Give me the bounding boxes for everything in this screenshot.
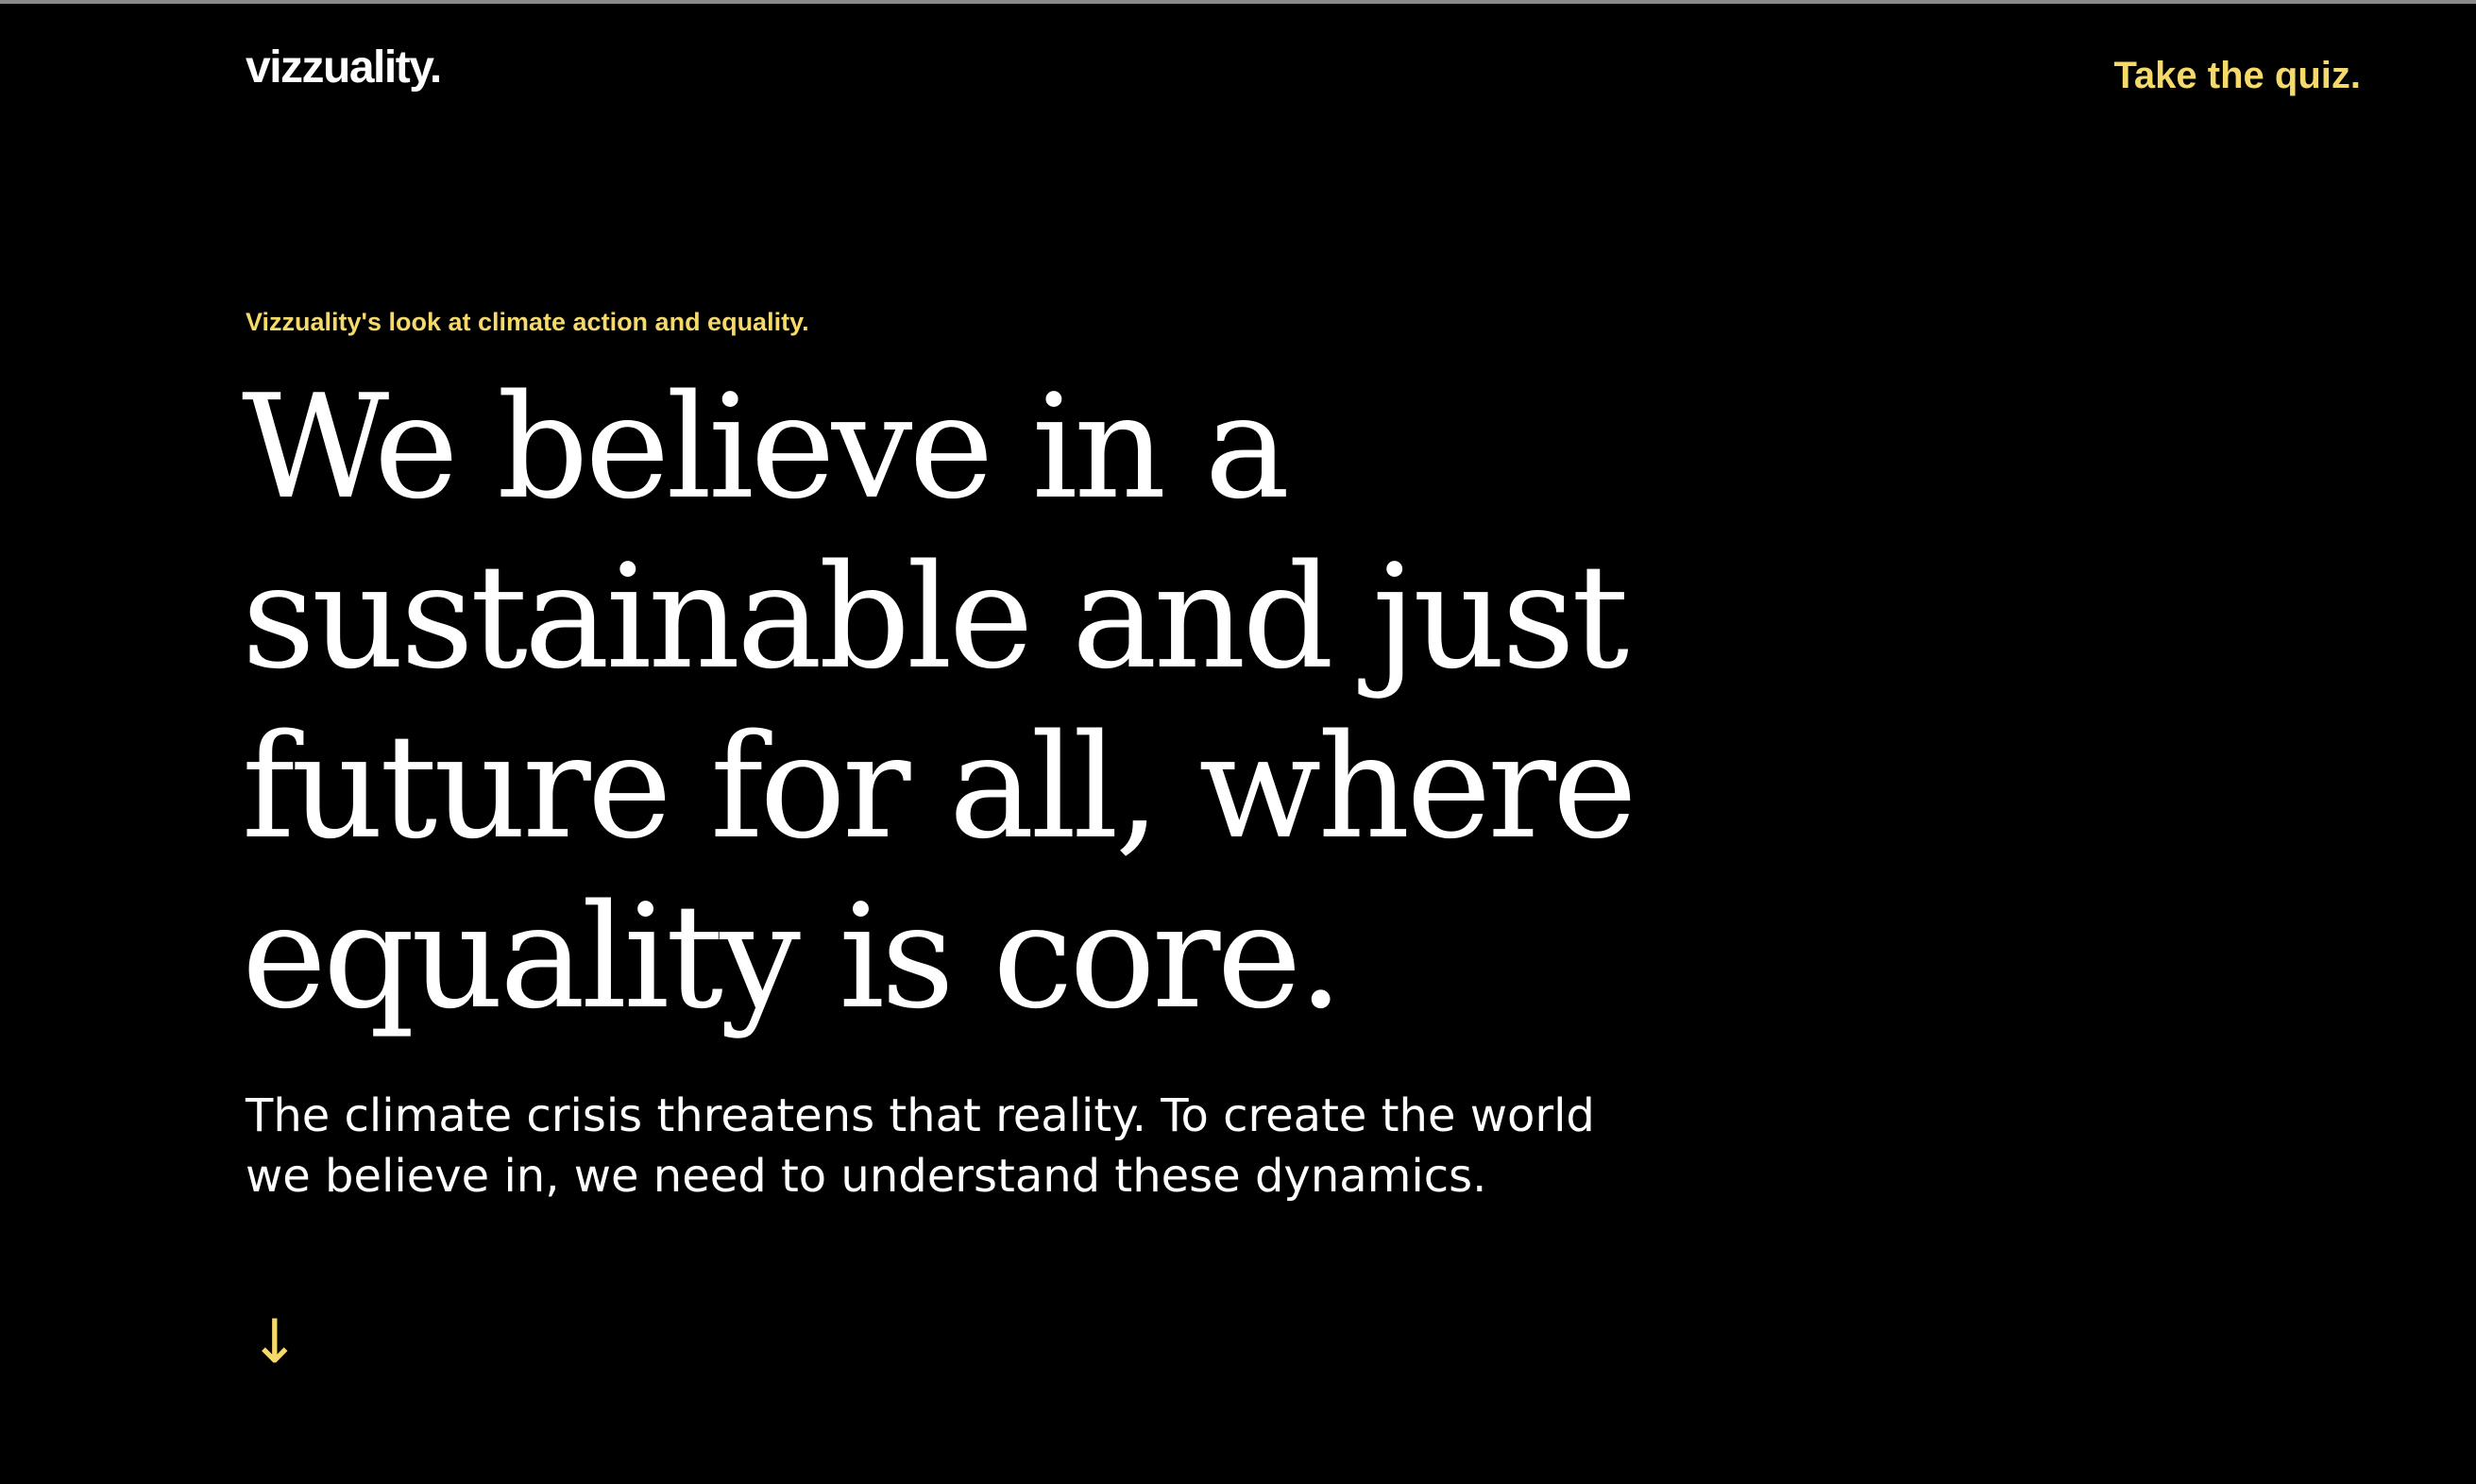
take-quiz-link[interactable]: Take the quiz. <box>2113 57 2361 94</box>
page: vizzuality. Take the quiz. Vizzuality's … <box>0 0 2476 1484</box>
hero-headline: We believe in a sustainable and just fut… <box>242 363 1637 1040</box>
hero-subtext: The climate crisis threatens that realit… <box>246 1089 1595 1203</box>
vizzuality-logo[interactable]: vizzuality. <box>246 45 442 91</box>
hero-eyebrow: Vizzuality's look at climate action and … <box>246 308 809 336</box>
arrow-down-icon[interactable]: ↓ <box>249 1312 300 1373</box>
